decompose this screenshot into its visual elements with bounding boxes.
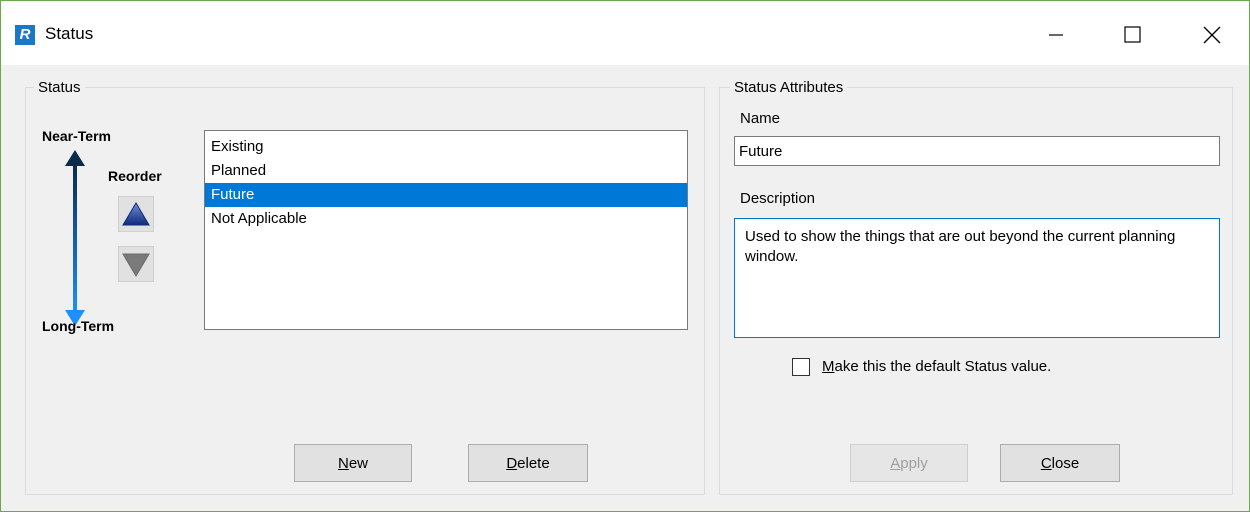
minimize-button[interactable] <box>1033 15 1079 55</box>
move-up-button[interactable] <box>118 196 154 232</box>
maximize-button[interactable] <box>1109 15 1155 55</box>
description-label: Description <box>740 190 816 207</box>
priority-arrow-icon <box>65 150 85 326</box>
status-attributes-group: Status Attributes Name Future Descriptio… <box>719 79 1233 495</box>
name-field[interactable]: Future <box>734 136 1220 166</box>
dialog-body: Status Near-Term Reorder Long-Term Exist… <box>1 65 1249 511</box>
status-group: Status Near-Term Reorder Long-Term Exist… <box>25 79 705 495</box>
close-window-button[interactable] <box>1189 15 1235 55</box>
default-status-label[interactable]: Make this the default Status value. <box>822 358 1051 375</box>
list-item[interactable]: Planned <box>205 159 687 183</box>
reorder-label: Reorder <box>108 168 162 184</box>
status-dialog: R Status Status Near-Term Reorder Long-T… <box>0 0 1250 512</box>
window-title: Status <box>45 24 94 43</box>
status-attributes-title: Status Attributes <box>730 79 848 96</box>
title-bar: R Status <box>1 1 1249 65</box>
description-field[interactable]: Used to show the things that are out bey… <box>734 218 1220 338</box>
description-field-value: Used to show the things that are out bey… <box>745 228 1176 265</box>
app-logo-icon: R <box>15 25 35 45</box>
name-label: Name <box>740 110 781 127</box>
close-button[interactable]: Close <box>1000 444 1120 482</box>
list-item-selected[interactable]: Future <box>205 183 687 207</box>
move-down-button[interactable] <box>118 246 154 282</box>
status-group-title: Status <box>34 79 85 96</box>
name-field-value: Future <box>739 143 783 160</box>
triangle-up-icon <box>122 202 150 226</box>
near-term-label: Near-Term <box>42 128 111 144</box>
triangle-down-icon <box>122 253 150 277</box>
list-item[interactable]: Existing <box>205 135 687 159</box>
maximize-icon <box>1124 26 1141 43</box>
long-term-label: Long-Term <box>42 318 115 334</box>
minimize-icon <box>1049 34 1063 36</box>
status-list[interactable]: Existing Planned Future Not Applicable <box>204 130 688 330</box>
list-item[interactable]: Not Applicable <box>205 207 687 231</box>
close-icon <box>1203 26 1221 44</box>
new-button[interactable]: New <box>294 444 412 482</box>
apply-button[interactable]: Apply <box>850 444 968 482</box>
delete-button[interactable]: Delete <box>468 444 588 482</box>
default-status-checkbox[interactable] <box>792 358 810 376</box>
